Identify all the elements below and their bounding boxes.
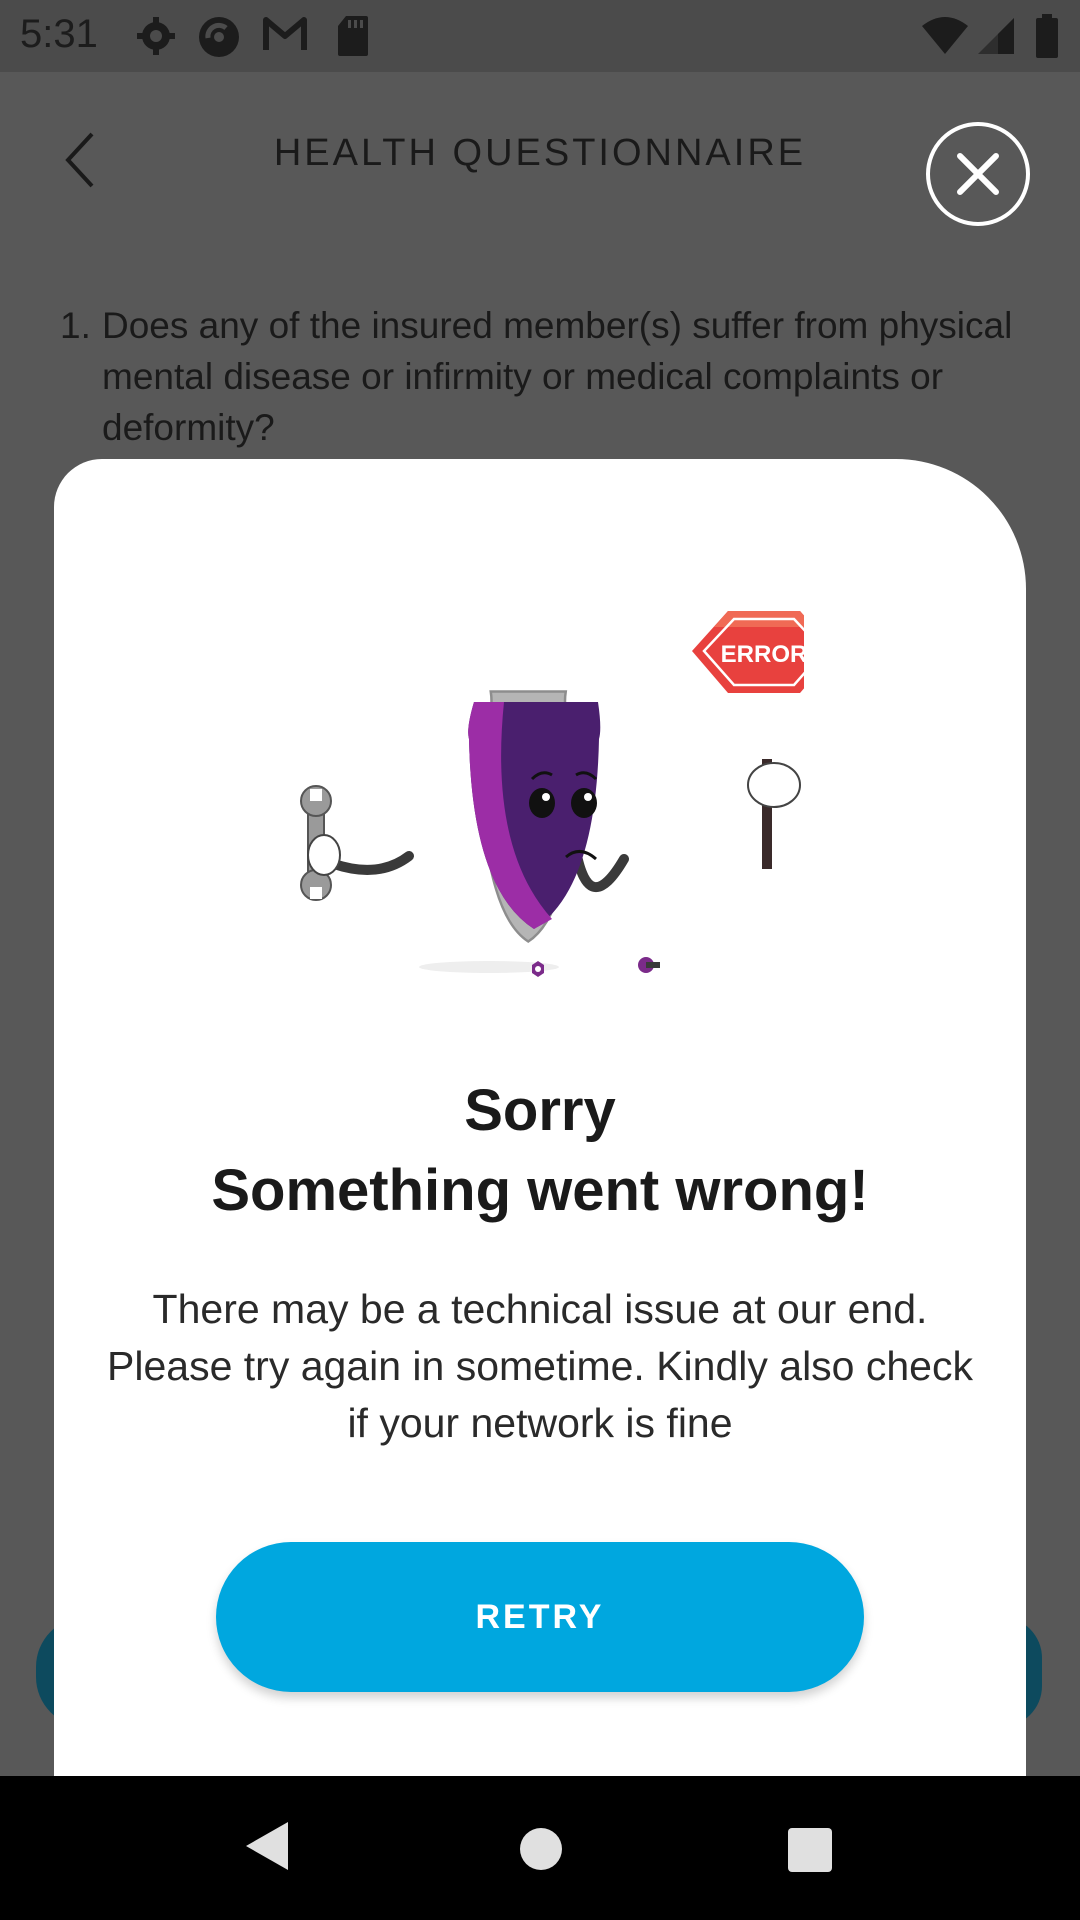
wrench-icon <box>300 785 341 901</box>
question-text: Does any of the insured member(s) suffer… <box>102 305 1013 448</box>
settings-icon <box>134 14 178 63</box>
wifi-icon <box>920 16 970 61</box>
close-button[interactable] <box>926 122 1030 226</box>
error-title-line1: Sorry <box>464 1078 616 1143</box>
error-message: There may be a technical issue at our en… <box>107 1286 973 1446</box>
error-sign-text: ERROR <box>721 641 804 668</box>
nav-back-icon[interactable] <box>244 1820 290 1877</box>
status-time: 5:31 <box>20 12 98 56</box>
question-item: 1. Does any of the insured member(s) suf… <box>60 300 1020 453</box>
error-modal: ERROR Sorry Something went wrong! There … <box>54 459 1026 1776</box>
system-nav-bar <box>0 1776 1080 1920</box>
nav-home-icon[interactable] <box>520 1828 562 1870</box>
nav-recents-icon[interactable] <box>788 1828 832 1872</box>
error-title: Sorry Something went wrong! <box>54 1071 1026 1231</box>
question-number: 1. <box>60 305 91 346</box>
signal-icon <box>976 16 1016 61</box>
sd-card-icon <box>336 14 370 63</box>
page-title: HEALTH QUESTIONNAIRE <box>273 132 807 174</box>
status-bar: 5:31 <box>0 0 1080 72</box>
retry-button[interactable]: RETRY <box>216 1542 864 1692</box>
error-title-line2: Something went wrong! <box>211 1158 869 1223</box>
close-icon <box>957 153 999 195</box>
error-sign: ERROR <box>684 605 844 699</box>
battery-icon <box>1034 14 1060 63</box>
gmail-icon <box>262 14 308 59</box>
error-illustration: ERROR <box>284 589 844 989</box>
sync-icon <box>196 14 242 65</box>
